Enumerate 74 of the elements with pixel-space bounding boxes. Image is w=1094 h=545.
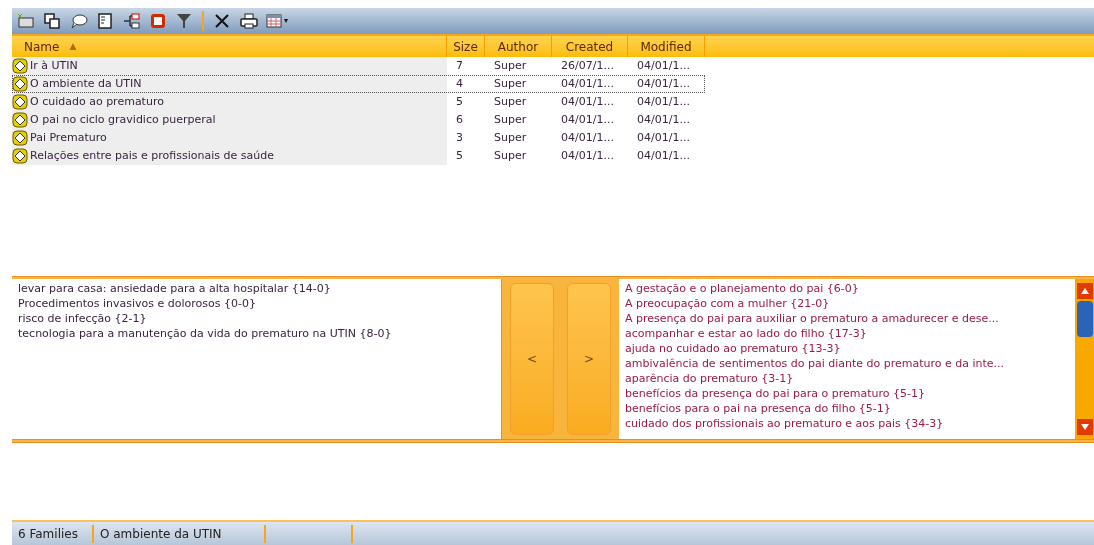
table-cell: 4 bbox=[456, 76, 463, 90]
table-cell: 26/07/1... bbox=[561, 58, 614, 72]
scroll-down-icon[interactable] bbox=[1076, 419, 1093, 435]
family-icon bbox=[12, 148, 28, 164]
family-icon bbox=[12, 130, 28, 146]
table-cell: 5 bbox=[456, 148, 463, 162]
table-cell: Super bbox=[494, 58, 527, 72]
filter-icon[interactable] bbox=[174, 13, 194, 29]
code-item[interactable]: A preocupação com a mulher {21-0} bbox=[625, 296, 830, 311]
table-cell: 04/01/1... bbox=[637, 94, 690, 108]
close-icon[interactable] bbox=[212, 13, 232, 29]
family-icon bbox=[12, 94, 28, 110]
scrollbar[interactable] bbox=[1075, 279, 1094, 439]
column-header[interactable]: Size bbox=[447, 36, 485, 57]
table-cell: Super bbox=[494, 94, 527, 108]
column-header[interactable]: Created bbox=[552, 36, 628, 57]
family-icon bbox=[12, 76, 28, 92]
table-cell: 04/01/1... bbox=[561, 76, 614, 90]
status-text: 6 Families bbox=[17, 525, 78, 543]
table-cell: Super bbox=[494, 76, 527, 90]
table-cell: 04/01/1... bbox=[561, 112, 614, 126]
code-item[interactable]: cuidado dos profissionais ao prematuro e aos pais {34-3} bbox=[625, 416, 944, 431]
code-item[interactable]: aparência do prematuro {3-1} bbox=[625, 371, 794, 386]
table-cell: Super bbox=[494, 112, 527, 126]
code-item[interactable]: A gestação e o planejamento do pai {6-0} bbox=[625, 281, 859, 296]
family-name: O ambiente da UTIN bbox=[30, 75, 142, 92]
table-cell: 04/01/1... bbox=[637, 148, 690, 162]
family-name: O cuidado ao prematuro bbox=[30, 93, 164, 110]
family-icon bbox=[12, 58, 28, 74]
table-cell: 5 bbox=[456, 94, 463, 108]
table-cell: Super bbox=[494, 130, 527, 144]
table-cell: 04/01/1... bbox=[561, 94, 614, 108]
code-item[interactable]: A presença do pai para auxiliar o prematuro a amadurecer e dese... bbox=[625, 311, 999, 326]
print-icon[interactable] bbox=[238, 13, 260, 29]
code-item[interactable]: acompanhar e estar ao lado do filho {17-3} bbox=[625, 326, 867, 341]
sort-arrow: ▲ bbox=[69, 39, 77, 53]
family-name: Pai Prematuro bbox=[30, 129, 107, 146]
family-icon bbox=[12, 112, 28, 128]
table-cell: 04/01/1... bbox=[561, 148, 614, 162]
copy-icon[interactable] bbox=[42, 13, 62, 29]
column-header[interactable]: Modified bbox=[628, 36, 705, 57]
table-cell: 04/01/1... bbox=[637, 76, 690, 90]
dropdown-caret[interactable]: ▾ bbox=[284, 15, 288, 27]
column-header[interactable]: Author bbox=[485, 36, 552, 57]
comment-icon[interactable] bbox=[68, 13, 90, 29]
members-list[interactable]: levar para casa: ansiedade para a alta hospitalar {14-0} Procedimentos invasivos e dolorosos {0-0} risco de infecção {2-1} tecnologia para a manutenção da vida do prematuro na UTIN {8-0} bbox=[12, 279, 502, 439]
code-item[interactable]: ajuda no cuidado ao prematuro {13-3} bbox=[625, 341, 841, 356]
table-view-icon[interactable] bbox=[266, 14, 282, 28]
code-item[interactable]: benefícios da presença do pai para o prematuro {5-1} bbox=[625, 386, 925, 401]
code-item[interactable]: tecnologia para a manutenção da vida do prematuro na UTIN {8-0} bbox=[18, 326, 392, 341]
document-icon[interactable] bbox=[96, 13, 114, 29]
code-item[interactable]: Procedimentos invasivos e dolorosos {0-0} bbox=[18, 296, 256, 311]
code-item[interactable]: risco de infecção {2-1} bbox=[18, 311, 147, 326]
table-cell: 3 bbox=[456, 130, 463, 144]
family-name: O pai no ciclo gravidico puerperal bbox=[30, 111, 216, 128]
family-name: Ir à UTIN bbox=[30, 57, 78, 74]
status-text: O ambiente da UTIN bbox=[99, 525, 222, 543]
scroll-thumb[interactable] bbox=[1076, 301, 1093, 337]
available-list[interactable] bbox=[619, 279, 1075, 439]
table-cell: 04/01/1... bbox=[637, 112, 690, 126]
scroll-up-icon[interactable] bbox=[1076, 283, 1093, 299]
remove-button[interactable]: < bbox=[510, 283, 554, 435]
table-cell: 6 bbox=[456, 112, 463, 126]
family-name: Relações entre pais e profissionais de saúde bbox=[30, 147, 274, 164]
code-item[interactable]: benefícios para o pai na presença do filho {5-1} bbox=[625, 401, 891, 416]
table-cell: 7 bbox=[456, 58, 463, 72]
add-button[interactable]: > bbox=[567, 283, 611, 435]
table-cell: Super bbox=[494, 148, 527, 162]
code-item[interactable]: levar para casa: ansiedade para a alta hospitalar {14-0} bbox=[18, 281, 331, 296]
table-cell: 04/01/1... bbox=[561, 130, 614, 144]
table-cell: 04/01/1... bbox=[637, 58, 690, 72]
code-item[interactable]: ambivalência de sentimentos do pai diante do prematuro e da inte... bbox=[625, 356, 1005, 371]
table-cell: 04/01/1... bbox=[637, 130, 690, 144]
square-icon[interactable] bbox=[148, 13, 168, 29]
